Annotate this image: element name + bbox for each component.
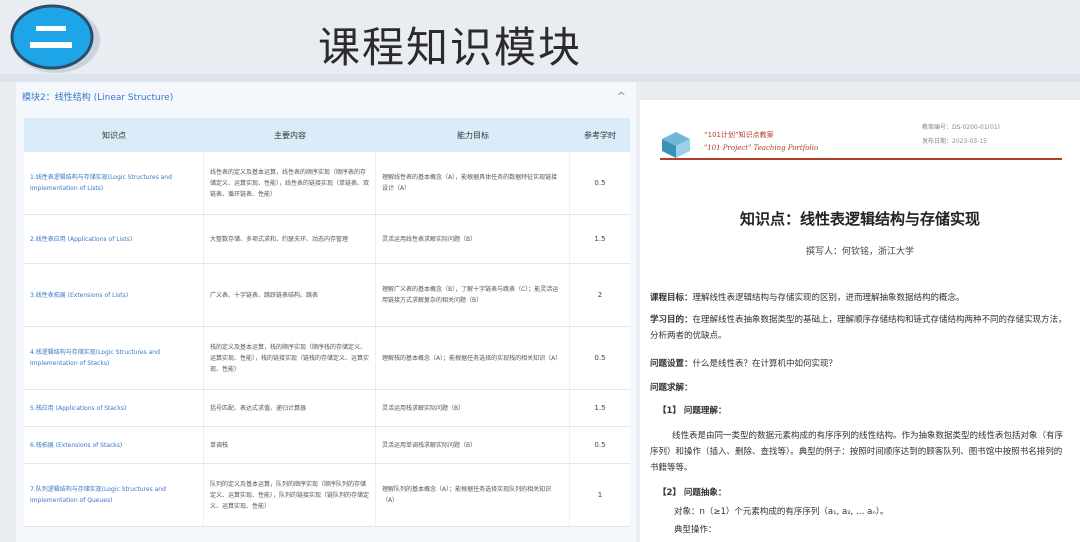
knowledge-point-link[interactable]: 4.栈逻辑结构与存储实现(Logic Structures and Implem…	[24, 327, 204, 389]
hours-cell: 0.5	[594, 440, 606, 449]
header-rule	[660, 158, 1062, 160]
module-header[interactable]: 模块2：线性结构 (Linear Structure) ^	[16, 82, 636, 110]
table-row: 4.栈逻辑结构与存储实现(Logic Structures and Implem…	[24, 327, 630, 390]
problem-setting: 问题设置：什么是线性表？在计算机中如何实现？	[650, 359, 838, 369]
content-cell: 广义表、十字链表、跳跃链表结构、跳表	[204, 264, 376, 326]
page-title: 课程知识模块	[318, 23, 583, 72]
goal-cell: 理解栈的基本概念（A）；能根据任务选择的实现栈的相关知识（A）	[376, 327, 570, 389]
goal-cell: 理解队列的基本概念（A）；能根据任务选择实现队列的相关知识（A）	[376, 464, 570, 526]
content-cell: 括号匹配、表达式求值、递归计算器	[204, 390, 376, 426]
table-header: 知识点 主要内容 能力目标 参考学时	[24, 118, 630, 152]
hours-cell: 1	[597, 490, 603, 499]
learning-goal: 学习目的：在理解线性表抽象数据类型的基础上，理解顺序存储结构和链式存储结构两种不…	[650, 315, 1067, 341]
knowledge-point-link[interactable]: 1.线性表逻辑结构与存储实现(Logic Structures and Impl…	[24, 152, 204, 214]
table-row: 2.线性表应用 (Applications of Lists) 大整数存储、多项…	[24, 215, 630, 264]
knowledge-point-link[interactable]: 3.线性表拓展 (Extensions of Lists)	[24, 264, 204, 326]
typical-operations: 典型操作：	[674, 525, 717, 535]
hours-cell: 2	[597, 290, 603, 299]
col-header-content: 主要内容	[274, 130, 306, 140]
section-understanding: 【1】 问题理解：	[658, 406, 727, 416]
goal-cell: 灵活运用线性表求解实际问题（B）	[376, 215, 570, 263]
org-name-cn: “101计划”知识点教案	[704, 131, 774, 139]
cube-logo-icon	[658, 130, 694, 160]
hours-cell: 0.5	[594, 178, 606, 187]
section-abstraction: 【2】 问题抽象：	[658, 488, 727, 498]
col-header-goal: 能力目标	[457, 130, 489, 140]
module-title: 模块2：线性结构 (Linear Structure)	[22, 92, 174, 103]
table-row: 6.栈拓展 (Extensions of Stacks) 单调栈 灵活运用单调栈…	[24, 427, 630, 464]
doc-number: 教案编号：DS-0200-01(01)	[922, 124, 1000, 131]
content-cell: 栈的定义及基本运算，栈的顺序实现（顺序栈的存储定义、运算实现、性能），栈的链接实…	[204, 327, 376, 389]
problem-solving-heading: 问题求解：	[650, 383, 693, 393]
understanding-text: 线性表是由同一类型的数据元素构成的有序序列的线性结构。作为抽象数据类型的线性表包…	[650, 431, 1064, 473]
table-row: 3.线性表拓展 (Extensions of Lists) 广义表、十字链表、跳…	[24, 264, 630, 327]
goal-cell: 理解线性表的基本概念（A），能根据具体任务的数据特征实现链接设计（A）	[376, 152, 570, 214]
knowledge-point-link[interactable]: 2.线性表应用 (Applications of Lists)	[24, 215, 204, 263]
divider	[0, 74, 1080, 82]
content-cell: 单调栈	[204, 427, 376, 463]
table-row: 7.队列逻辑结构与存储实现(Logic Structures and Imple…	[24, 464, 630, 527]
hours-cell: 0.5	[594, 353, 606, 362]
module-panel: 模块2：线性结构 (Linear Structure) ^ 知识点 主要内容 能…	[16, 82, 636, 542]
hours-cell: 1.5	[594, 234, 606, 243]
table-row: 1.线性表逻辑结构与存储实现(Logic Structures and Impl…	[24, 152, 630, 215]
content-cell: 线性表的定义及基本运算，线性表的顺序实现（顺序表的存储定义、运算实现、性能），线…	[204, 152, 376, 214]
knowledge-point-link[interactable]: 7.队列逻辑结构与存储实现(Logic Structures and Imple…	[24, 464, 204, 526]
content-cell: 队列的定义及基本运算，队列的顺序实现（顺序队列的存储定义、运算实现、性能），队列…	[204, 464, 376, 526]
content-cell: 大整数存储、多项式求和、约瑟夫环、动态内存管理	[204, 215, 376, 263]
doc-title: 知识点：线性表逻辑结构与存储实现	[739, 210, 980, 228]
abstraction-object: 对象：n（≥1）个元素构成的有序序列（a₁, a₂, … aₙ）。	[674, 507, 889, 517]
section-badge	[6, 2, 102, 74]
goal-cell: 灵活运用单调栈求解实际问题（B）	[376, 427, 570, 463]
doc-author: 撰写人：何钦铭，浙江大学	[805, 247, 914, 257]
course-goal: 课程目标：理解线性表逻辑结构与存储实现的区别，进而理解抽象数据结构的概念。	[650, 293, 965, 303]
hours-cell: 1.5	[594, 403, 606, 412]
org-name-en: "101 Project" Teaching Portfolio	[704, 144, 819, 152]
knowledge-table: 知识点 主要内容 能力目标 参考学时 1.线性表逻辑结构与存储实现(Logic …	[24, 118, 630, 527]
col-header-point: 知识点	[102, 130, 126, 140]
table-row: 5.栈应用 (Applications of Stacks) 括号匹配、表达式求…	[24, 390, 630, 427]
knowledge-point-link[interactable]: 5.栈应用 (Applications of Stacks)	[24, 390, 204, 426]
goal-cell: 灵活运用栈求解实际问题（B）	[376, 390, 570, 426]
teaching-document: “101计划”知识点教案 "101 Project" Teaching Port…	[640, 100, 1080, 542]
col-header-hours: 参考学时	[584, 130, 616, 140]
doc-date: 发布日期：2023-03-15	[922, 138, 987, 145]
knowledge-point-link[interactable]: 6.栈拓展 (Extensions of Stacks)	[24, 427, 204, 463]
goal-cell: 理解广义表的基本概念（B），了解十字链表与跳表（C）；能灵活运用链接方式求解复杂…	[376, 264, 570, 326]
collapse-caret-icon[interactable]: ^	[617, 90, 626, 103]
